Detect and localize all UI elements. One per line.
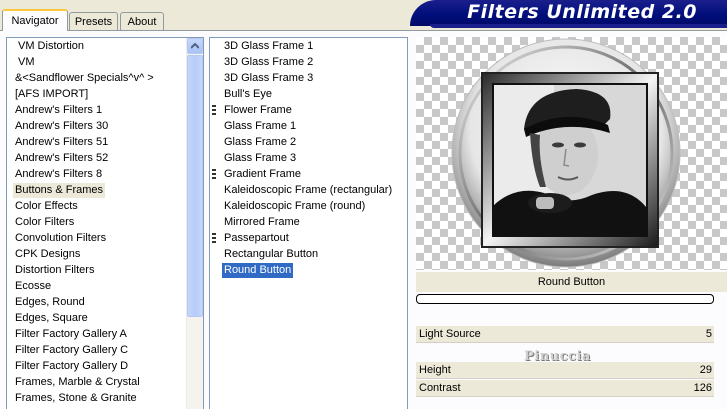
scroll-up-button[interactable] bbox=[187, 38, 203, 54]
category-item[interactable]: Ecosse bbox=[13, 279, 53, 294]
category-item[interactable]: Convolution Filters bbox=[13, 231, 108, 246]
filter-item[interactable]: Kaleidoscopic Frame (round) bbox=[222, 199, 367, 214]
category-item[interactable]: &<Sandflower Specials^v^ > bbox=[13, 71, 156, 86]
filter-list[interactable]: 3D Glass Frame 1 3D Glass Frame 2 3D Glass… bbox=[209, 37, 408, 409]
category-item[interactable]: Filter Factory Gallery C bbox=[13, 343, 130, 358]
category-item[interactable]: VM Distortion bbox=[16, 39, 86, 54]
filter-item[interactable]: Gradient Frame bbox=[222, 167, 303, 182]
param-value: 29 bbox=[699, 364, 712, 376]
scroll-thumb[interactable] bbox=[187, 55, 203, 317]
param-contrast[interactable]: Contrast 126 bbox=[416, 380, 714, 397]
slider-track[interactable] bbox=[416, 342, 714, 343]
filter-item[interactable]: Glass Frame 1 bbox=[222, 119, 298, 134]
param-label: Light Source bbox=[419, 328, 481, 340]
slider-track[interactable] bbox=[416, 396, 714, 397]
category-scrollbar[interactable] bbox=[186, 38, 203, 409]
category-item[interactable]: Andrew's Filters 51 bbox=[13, 135, 110, 150]
category-item[interactable]: [AFS IMPORT] bbox=[13, 87, 90, 102]
filter-item[interactable]: Glass Frame 3 bbox=[222, 151, 298, 166]
preview-area bbox=[416, 37, 727, 270]
category-item[interactable]: Andrew's Filters 1 bbox=[13, 103, 104, 118]
filter-item[interactable]: 3D Glass Frame 2 bbox=[222, 55, 315, 70]
filter-item[interactable]: Passepartout bbox=[222, 231, 291, 246]
filter-item[interactable]: 3D Glass Frame 1 bbox=[222, 39, 315, 54]
preview-filter-label: Round Button bbox=[537, 276, 606, 288]
category-item[interactable]: Andrew's Filters 30 bbox=[13, 119, 110, 134]
slider-track[interactable] bbox=[416, 378, 714, 379]
category-item[interactable]: Color Filters bbox=[13, 215, 76, 230]
category-item[interactable]: Edges, Square bbox=[13, 311, 90, 326]
header-banner: Filters Unlimited 2.0 bbox=[410, 0, 727, 26]
category-item[interactable]: Color Effects bbox=[13, 199, 80, 214]
category-item[interactable]: Buttons & Frames bbox=[13, 183, 106, 198]
chevron-up-icon bbox=[191, 43, 199, 49]
category-item[interactable]: Andrew's Filters 8 bbox=[13, 167, 104, 182]
category-item[interactable]: Frames, Marble & Crystal bbox=[13, 375, 142, 390]
app-title: Filters Unlimited 2.0 bbox=[467, 1, 697, 23]
filter-item[interactable]: Kaleidoscopic Frame (rectangular) bbox=[222, 183, 394, 198]
tab-navigator[interactable]: Navigator bbox=[2, 9, 68, 31]
preview-filter-name: Round Button bbox=[416, 272, 727, 292]
progress-bar bbox=[416, 294, 714, 304]
category-item[interactable]: Edges, Round bbox=[13, 295, 87, 310]
filter-item[interactable]: Round Button bbox=[222, 263, 294, 278]
filter-item[interactable]: Rectangular Button bbox=[222, 247, 320, 262]
filter-item[interactable]: Glass Frame 2 bbox=[222, 135, 298, 150]
category-item[interactable]: Frames, Stone & Granite bbox=[13, 391, 139, 406]
category-item[interactable]: Filter Factory Gallery D bbox=[13, 359, 130, 374]
param-label: Height bbox=[419, 364, 451, 376]
filter-marker-icon bbox=[212, 105, 216, 116]
filter-item[interactable]: Flower Frame bbox=[222, 103, 294, 118]
param-value: 126 bbox=[693, 382, 712, 394]
category-item[interactable]: Filter Factory Gallery A bbox=[13, 327, 129, 342]
param-light-source[interactable]: Light Source 5 bbox=[416, 326, 714, 343]
filter-item[interactable]: 3D Glass Frame 3 bbox=[222, 71, 315, 86]
banner-stripe bbox=[430, 24, 727, 28]
category-list[interactable]: VM Distortion VM &<Sandflower Specials^v^ … bbox=[6, 37, 204, 409]
filter-item[interactable]: Bull's Eye bbox=[222, 87, 274, 102]
param-value: 5 bbox=[705, 328, 712, 340]
round-button-preview-image bbox=[451, 38, 681, 268]
category-item[interactable]: CPK Designs bbox=[13, 247, 82, 262]
filter-marker-icon bbox=[212, 233, 216, 244]
tab-presets[interactable]: Presets bbox=[69, 12, 118, 30]
param-height[interactable]: Height 29 bbox=[416, 362, 714, 379]
category-item[interactable]: Distortion Filters bbox=[13, 263, 96, 278]
category-item[interactable]: Andrew's Filters 52 bbox=[13, 151, 110, 166]
filter-item[interactable]: Mirrored Frame bbox=[222, 215, 302, 230]
tab-strip: Navigator Presets About bbox=[0, 0, 420, 31]
category-item[interactable]: VM bbox=[16, 55, 37, 70]
param-label: Contrast bbox=[419, 382, 461, 394]
filter-marker-icon bbox=[212, 169, 216, 180]
tab-about[interactable]: About bbox=[120, 12, 164, 30]
